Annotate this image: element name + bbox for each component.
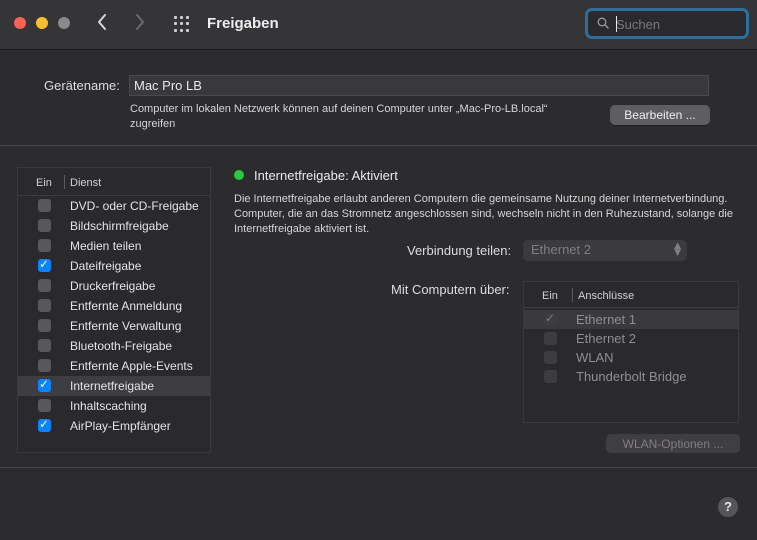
show-all-grid-icon[interactable] <box>174 16 192 32</box>
close-window-button[interactable] <box>14 17 26 29</box>
share-connection-label: Verbindung teilen: <box>407 243 512 258</box>
divider <box>0 145 757 146</box>
service-label: Entfernte Apple-Events <box>70 359 193 373</box>
service-row[interactable]: AirPlay-Empfänger <box>18 416 210 436</box>
window-title: Freigaben <box>207 15 279 32</box>
services-header: Ein Dienst <box>18 168 210 196</box>
column-header-ports: Anschlüsse <box>578 290 635 302</box>
search-input[interactable] <box>616 15 736 33</box>
zoom-window-button[interactable] <box>58 17 70 29</box>
service-row[interactable]: Druckerfreigabe <box>18 276 210 296</box>
column-divider <box>64 175 65 189</box>
status-indicator-icon <box>234 170 244 180</box>
service-row[interactable]: Entfernte Apple-Events <box>18 356 210 376</box>
via-computers-label: Mit Computern über: <box>391 282 510 297</box>
divider <box>0 467 757 468</box>
service-label: Medien teilen <box>70 239 142 253</box>
window-titlebar: Freigaben <box>0 0 757 50</box>
wlan-options-button[interactable]: WLAN-Optionen ... <box>606 434 740 453</box>
column-header-on: Ein <box>542 290 558 302</box>
service-checkbox[interactable] <box>38 199 51 212</box>
service-label: Bluetooth-Freigabe <box>70 339 173 353</box>
column-header-service: Dienst <box>70 177 102 189</box>
services-list[interactable]: Ein Dienst DVD- oder CD-Freigabe Bildschi… <box>17 167 211 453</box>
service-label: DVD- oder CD-Freigabe <box>70 199 199 213</box>
device-name-note: Computer im lokalen Netzwerk können auf … <box>130 103 548 130</box>
port-row[interactable]: WLAN <box>524 348 738 367</box>
minimize-window-button[interactable] <box>36 17 48 29</box>
column-divider <box>572 288 573 302</box>
service-checkbox[interactable] <box>38 377 51 392</box>
service-row[interactable]: Internetfreigabe <box>18 376 210 396</box>
service-label: Inhaltscaching <box>70 399 147 413</box>
port-row[interactable]: Thunderbolt Bridge <box>524 367 738 386</box>
port-row[interactable]: Ethernet 1 <box>524 310 738 329</box>
updown-chevron-icon: ▲ ▼ <box>674 241 681 258</box>
port-label: Thunderbolt Bridge <box>576 369 687 384</box>
service-checkbox[interactable] <box>38 319 51 332</box>
device-name-field[interactable]: Mac Pro LB <box>129 75 709 96</box>
service-label: Bildschirmfreigabe <box>70 219 169 233</box>
service-label: Entfernte Anmeldung <box>70 299 183 313</box>
service-row[interactable]: Bildschirmfreigabe <box>18 216 210 236</box>
chevron-left-icon <box>98 14 106 30</box>
service-checkbox[interactable] <box>38 279 51 292</box>
service-label: AirPlay-Empfänger <box>70 419 171 433</box>
service-checkbox[interactable] <box>38 417 51 432</box>
port-checkbox[interactable] <box>544 370 557 383</box>
service-checkbox[interactable] <box>38 399 51 412</box>
service-row[interactable]: Bluetooth-Freigabe <box>18 336 210 356</box>
share-connection-value: Ethernet 2 <box>531 242 591 257</box>
search-field[interactable] <box>585 8 749 39</box>
service-row[interactable]: Entfernte Anmeldung <box>18 296 210 316</box>
ports-header: Ein Anschlüsse <box>524 282 738 308</box>
service-checkbox[interactable] <box>38 359 51 372</box>
service-row[interactable]: Inhaltscaching <box>18 396 210 416</box>
service-label: Dateifreigabe <box>70 259 142 273</box>
back-button[interactable] <box>96 12 114 36</box>
column-header-on: Ein <box>36 177 52 189</box>
port-checkbox[interactable] <box>544 311 557 326</box>
service-row[interactable]: Medien teilen <box>18 236 210 256</box>
status-text: Internetfreigabe: Aktiviert <box>254 168 398 183</box>
chevron-right-icon <box>136 14 144 30</box>
service-label: Internetfreigabe <box>70 379 155 393</box>
service-checkbox[interactable] <box>38 299 51 312</box>
port-checkbox[interactable] <box>544 351 557 364</box>
service-row[interactable]: DVD- oder CD-Freigabe <box>18 196 210 216</box>
port-row[interactable]: Ethernet 2 <box>524 329 738 348</box>
share-connection-select[interactable]: Ethernet 2 ▲ ▼ <box>523 240 687 261</box>
service-label: Entfernte Verwaltung <box>70 319 182 333</box>
service-row[interactable]: Dateifreigabe <box>18 256 210 276</box>
port-label: Ethernet 1 <box>576 312 636 327</box>
magnifier-icon <box>597 17 609 29</box>
help-button[interactable]: ? <box>718 497 738 517</box>
service-row[interactable]: Entfernte Verwaltung <box>18 316 210 336</box>
port-label: WLAN <box>576 350 614 365</box>
edit-button[interactable]: Bearbeiten ... <box>610 105 710 125</box>
service-checkbox[interactable] <box>38 339 51 352</box>
port-checkbox[interactable] <box>544 332 557 345</box>
service-checkbox[interactable] <box>38 219 51 232</box>
device-name-label: Gerätename: <box>44 78 120 93</box>
forward-button[interactable] <box>134 12 152 36</box>
service-checkbox[interactable] <box>38 257 51 272</box>
service-description: Die Internetfreigabe erlaubt anderen Com… <box>234 193 733 235</box>
service-checkbox[interactable] <box>38 239 51 252</box>
service-label: Druckerfreigabe <box>70 279 156 293</box>
port-label: Ethernet 2 <box>576 331 636 346</box>
ports-list[interactable]: Ein Anschlüsse Ethernet 1 Ethernet 2 WLAN T… <box>523 281 739 423</box>
